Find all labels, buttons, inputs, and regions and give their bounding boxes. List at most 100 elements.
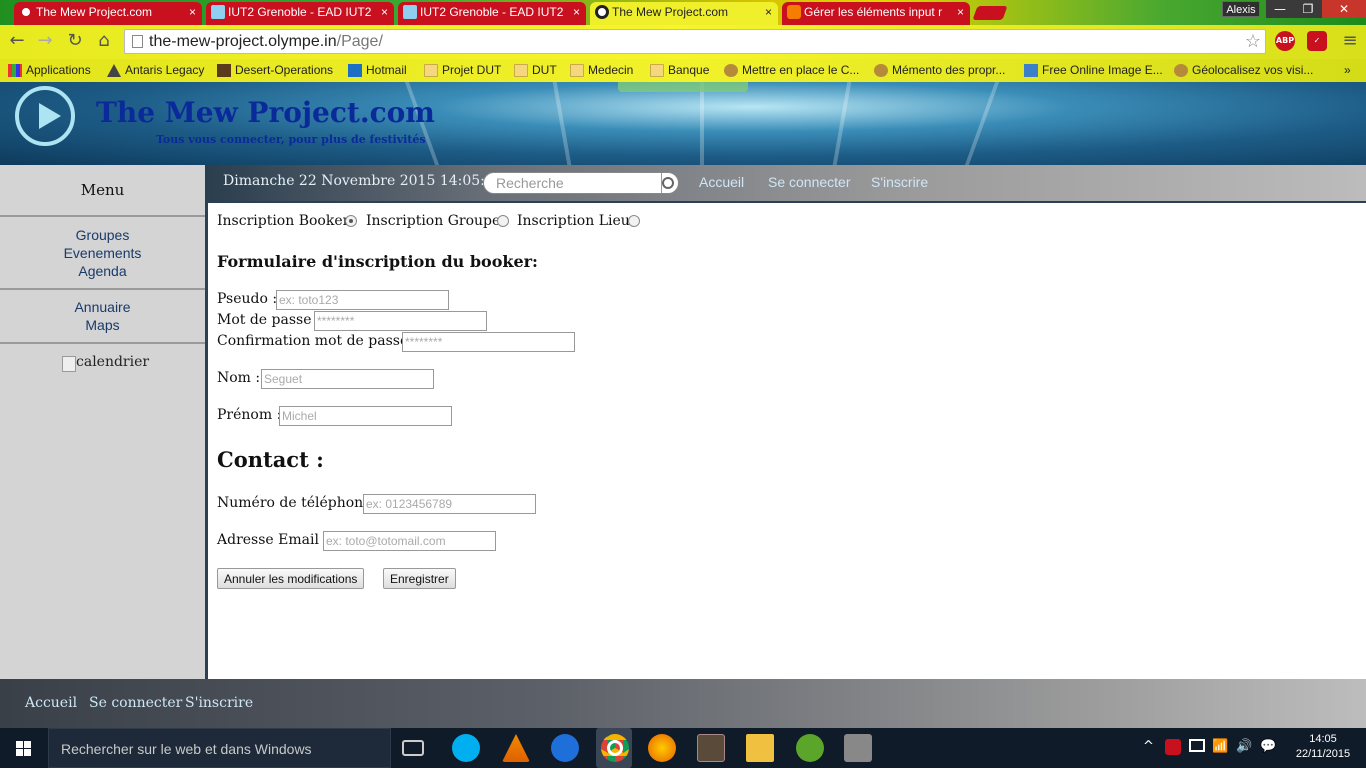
confirm-password-input[interactable] — [402, 332, 575, 352]
tab-gerer-elements[interactable]: Gérer les éléments input r × — [782, 2, 970, 25]
confirm-password-label: Confirmation mot de passe : — [217, 333, 418, 349]
system-clock[interactable]: 14:05 22/11/2015 — [1288, 732, 1358, 762]
bookmarks-overflow-button[interactable]: » — [1340, 62, 1351, 79]
vlc-icon[interactable] — [502, 734, 530, 762]
edge-icon[interactable] — [551, 734, 579, 762]
close-icon[interactable]: × — [957, 2, 964, 23]
footer-link-sinscrire[interactable]: S'inscrire — [185, 695, 253, 711]
site-title[interactable]: The Mew Project.com — [96, 96, 435, 129]
address-bar[interactable]: the-mew-project.olympe.in/Page/ ☆ — [124, 29, 1266, 54]
iut-icon — [403, 5, 417, 19]
search-icon[interactable] — [662, 177, 674, 189]
wifi-icon[interactable]: 📶 — [1212, 739, 1228, 754]
tab-iut2-ead-1[interactable]: IUT2 Grenoble - EAD IUT2 × — [206, 2, 394, 25]
bookmark-memento[interactable]: Mémento des propr... — [872, 62, 1005, 79]
volume-icon[interactable]: 🔊 — [1236, 739, 1252, 754]
window-close-button[interactable]: ✕ — [1322, 0, 1366, 18]
email-input[interactable] — [323, 531, 496, 551]
cookie-icon — [874, 64, 888, 77]
network-tool-icon[interactable] — [844, 734, 872, 762]
notifications-icon[interactable]: 💬 — [1260, 739, 1276, 754]
nav-link-sinscrire[interactable]: S'inscrire — [871, 174, 928, 190]
utorrent-icon[interactable] — [796, 734, 824, 762]
bookmark-free-online-image[interactable]: Free Online Image E... — [1022, 62, 1163, 79]
radio-inscription-booker[interactable] — [345, 215, 357, 227]
bookmark-hotmail[interactable]: Hotmail — [346, 62, 407, 79]
folder-icon — [424, 64, 438, 77]
back-button[interactable]: ← — [6, 30, 28, 52]
outlook-icon — [348, 64, 362, 77]
file-explorer-icon[interactable] — [746, 734, 774, 762]
bookmark-label: Free Online Image E... — [1042, 63, 1163, 77]
cancel-button[interactable]: Annuler les modifications — [217, 568, 365, 589]
bookmark-banque[interactable]: Banque — [648, 62, 709, 79]
sidebar-menu-title: Menu — [80, 181, 125, 199]
antivirus-tray-icon[interactable] — [1165, 739, 1181, 755]
search-placeholder: Recherche — [496, 175, 564, 191]
sidebar-item-maps[interactable]: Maps — [0, 316, 205, 334]
bookmark-desert-operations[interactable]: Desert-Operations — [215, 62, 333, 79]
nom-input[interactable] — [261, 369, 434, 389]
password-input[interactable] — [314, 311, 487, 331]
footer-link-se-connecter[interactable]: Se connecter — [89, 695, 182, 711]
bookmark-projet-dut[interactable]: Projet DUT — [422, 62, 501, 79]
play-logo-icon[interactable] — [15, 86, 75, 146]
bookmark-label: Hotmail — [366, 63, 407, 77]
phone-input[interactable] — [363, 494, 536, 514]
user-profile-button[interactable]: Alexis — [1222, 1, 1260, 17]
nav-link-accueil[interactable]: Accueil — [699, 174, 744, 190]
skype-icon[interactable] — [452, 734, 480, 762]
firefox-icon[interactable] — [648, 734, 676, 762]
page-icon — [132, 35, 143, 48]
sidebar-item-groupes[interactable]: Groupes — [0, 226, 205, 244]
radio-inscription-lieu[interactable] — [628, 215, 640, 227]
close-icon[interactable]: × — [765, 2, 772, 23]
bookmark-dut[interactable]: DUT — [512, 62, 557, 79]
bookmark-applications[interactable]: Applications — [6, 62, 91, 79]
sidebar-item-agenda[interactable]: Agenda — [0, 262, 205, 280]
adblock-icon[interactable]: ABP — [1275, 31, 1295, 51]
site-banner: The Mew Project.com Tous vous connecter,… — [0, 82, 1366, 165]
tab-mew-project-active[interactable]: The Mew Project.com × — [590, 2, 778, 25]
tab-mew-project[interactable]: The Mew Project.com × — [14, 2, 202, 25]
reload-button[interactable]: ↻ — [64, 30, 86, 52]
tray-overflow-icon[interactable]: ^ — [1143, 739, 1154, 754]
folder-icon — [570, 64, 584, 77]
radio-label-booker: Inscription Booker — [217, 213, 350, 229]
bookmark-star-icon[interactable]: ☆ — [1245, 30, 1261, 53]
chrome-menu-icon[interactable]: ≡ — [1339, 30, 1361, 52]
bookmark-label: Medecin — [588, 63, 634, 77]
calendar-image: calendrier — [62, 354, 149, 372]
windows-start-icon[interactable] — [0, 728, 48, 768]
battery-icon[interactable] — [1189, 739, 1205, 752]
save-button[interactable]: Enregistrer — [383, 568, 456, 589]
extension-icon[interactable]: ✓ — [1307, 31, 1327, 51]
footer-link-accueil[interactable]: Accueil — [25, 695, 77, 711]
close-icon[interactable]: × — [189, 2, 196, 23]
minimize-button[interactable]: — — [1266, 0, 1294, 18]
windows-search-box[interactable]: Rechercher sur le web et dans Windows — [48, 728, 391, 768]
home-button[interactable]: ⌂ — [93, 30, 115, 52]
pseudo-input[interactable] — [276, 290, 449, 310]
sublime-icon[interactable] — [697, 734, 725, 762]
tab-iut2-ead-2[interactable]: IUT2 Grenoble - EAD IUT2 × — [398, 2, 586, 25]
nav-link-se-connecter[interactable]: Se connecter — [768, 174, 851, 190]
sidebar: Menu Groupes Evenements Agenda Annuaire … — [0, 165, 205, 679]
sidebar-item-annuaire[interactable]: Annuaire — [0, 298, 205, 316]
pseudo-label: Pseudo : — [217, 291, 278, 307]
search-input[interactable]: Recherche — [483, 172, 679, 194]
close-icon[interactable]: × — [381, 2, 388, 23]
bookmark-medecin[interactable]: Medecin — [568, 62, 633, 79]
bookmark-antaris[interactable]: Antaris Legacy — [105, 62, 204, 79]
bookmark-geolocalisez[interactable]: Géolocalisez vos visi... — [1172, 62, 1313, 79]
close-icon[interactable]: × — [573, 2, 580, 23]
sidebar-divider — [0, 215, 205, 217]
bookmark-mettre-en-place[interactable]: Mettre en place le C... — [722, 62, 859, 79]
forward-button[interactable]: → — [34, 30, 56, 52]
new-tab-button[interactable] — [972, 6, 1008, 20]
prenom-input[interactable] — [279, 406, 452, 426]
radio-inscription-groupe[interactable] — [497, 215, 509, 227]
sidebar-item-evenements[interactable]: Evenements — [0, 244, 205, 262]
task-view-icon[interactable] — [402, 740, 424, 756]
maximize-button[interactable]: ❐ — [1294, 0, 1322, 18]
